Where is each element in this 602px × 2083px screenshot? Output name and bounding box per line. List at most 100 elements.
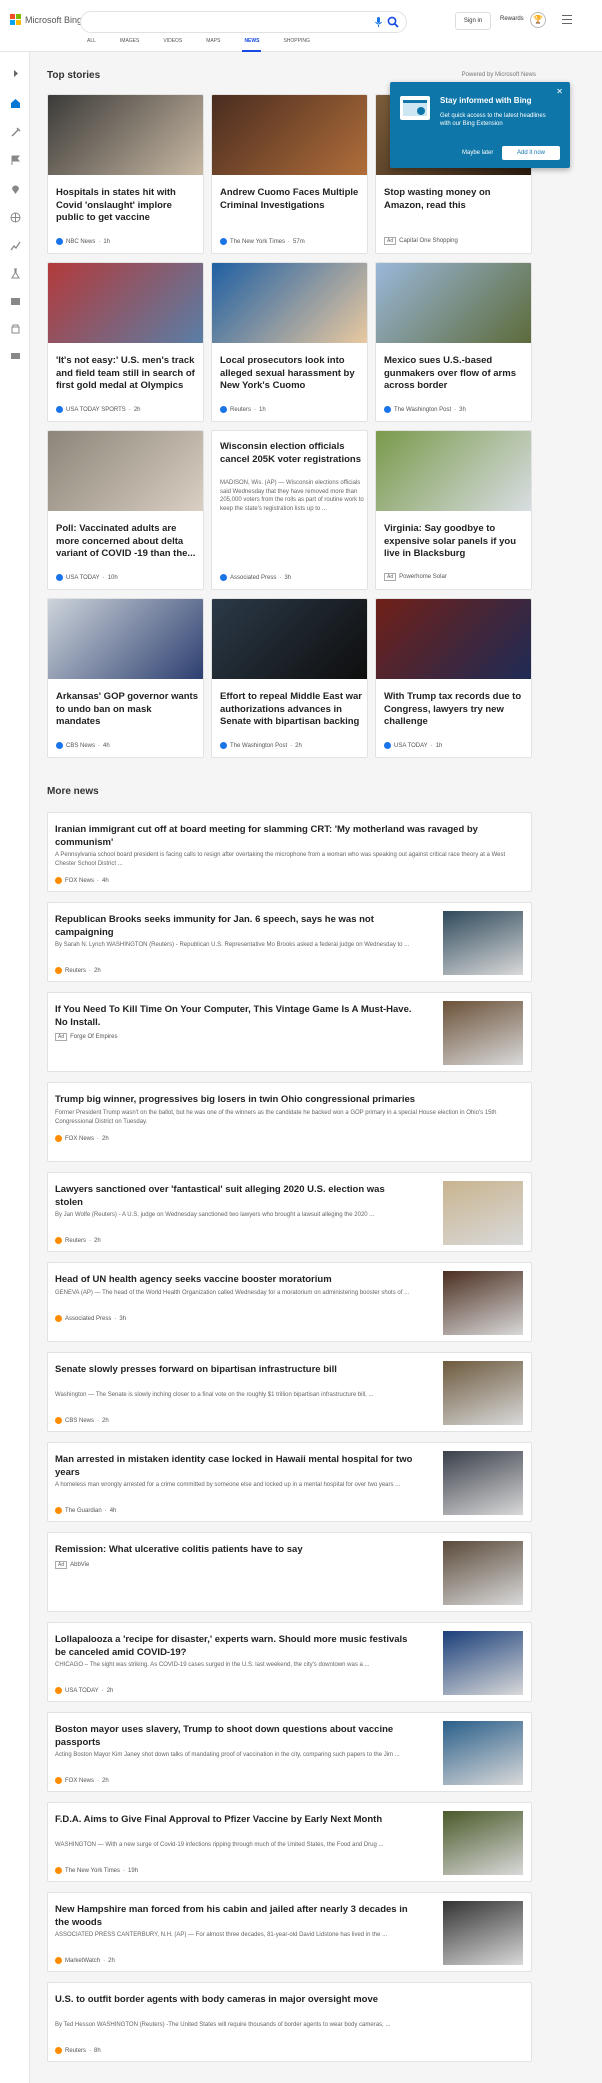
news-image[interactable] <box>443 1811 523 1875</box>
story-image[interactable] <box>48 431 203 511</box>
news-image[interactable] <box>443 1541 523 1605</box>
news-source[interactable]: MarketWatch · 2h <box>55 1957 115 1964</box>
story-title[interactable]: Arkansas' GOP governor wants to undo ban… <box>56 691 198 729</box>
news-source[interactable]: Ad AbbVie <box>55 1561 89 1569</box>
news-title[interactable]: Republican Brooks seeks immunity for Jan… <box>55 913 415 939</box>
science-icon[interactable] <box>10 266 21 279</box>
news-title[interactable]: New Hampshire man forced from his cabin … <box>55 1903 415 1929</box>
story-source[interactable]: USA TODAY · 1h <box>384 742 442 749</box>
story-source[interactable]: Ad Capital One Shopping <box>384 237 458 245</box>
news-title[interactable]: Head of UN health agency seeks vaccine b… <box>55 1273 415 1286</box>
news-item[interactable]: Boston mayor uses slavery, Trump to shoo… <box>47 1712 532 1792</box>
news-item[interactable]: F.D.A. Aims to Give Final Approval to Pf… <box>47 1802 532 1882</box>
money-icon[interactable] <box>10 348 21 359</box>
story-card[interactable]: Local prosecutors look into alleged sexu… <box>211 262 368 422</box>
news-item[interactable]: New Hampshire man forced from his cabin … <box>47 1892 532 1972</box>
news-source[interactable]: CBS News · 2h <box>55 1417 109 1424</box>
news-source[interactable]: Reuters · 2h <box>55 967 101 974</box>
story-card[interactable]: Virginia: Say goodbye to expensive solar… <box>375 430 532 590</box>
story-source[interactable]: Associated Press · 3h <box>220 574 291 581</box>
story-title[interactable]: With Trump tax records due to Congress, … <box>384 691 526 729</box>
news-item[interactable]: If You Need To Kill Time On Your Compute… <box>47 992 532 1072</box>
news-item[interactable]: Senate slowly presses forward on biparti… <box>47 1352 532 1432</box>
search-input[interactable] <box>80 11 407 33</box>
story-source[interactable]: The New York Times · 57m <box>220 238 305 245</box>
news-source[interactable]: FOX News · 2h <box>55 1135 109 1142</box>
story-card[interactable]: 'It's not easy:' U.S. men's track and fi… <box>47 262 204 422</box>
story-image[interactable] <box>212 599 367 679</box>
tab-videos[interactable]: VIDEOS <box>163 38 182 52</box>
news-image[interactable] <box>443 1361 523 1425</box>
news-title[interactable]: Lawyers sanctioned over 'fantastical' su… <box>55 1183 415 1209</box>
story-title[interactable]: Virginia: Say goodbye to expensive solar… <box>384 523 526 561</box>
story-title[interactable]: Effort to repeal Middle East war authori… <box>220 691 362 729</box>
news-image[interactable] <box>443 1721 523 1785</box>
rewards-link[interactable]: Rewards <box>500 16 524 22</box>
microphone-icon[interactable] <box>375 17 382 29</box>
story-title[interactable]: Stop wasting money on Amazon, read this <box>384 187 526 212</box>
news-source[interactable]: FOX News · 2h <box>55 1777 109 1784</box>
story-title[interactable]: Mexico sues U.S.-based gunmakers over fl… <box>384 355 526 393</box>
hamburger-menu-icon[interactable] <box>562 15 572 24</box>
story-image[interactable] <box>376 431 531 511</box>
tab-news[interactable]: NEWS <box>242 38 262 52</box>
news-title[interactable]: Iranian immigrant cut off at board meeti… <box>55 823 525 849</box>
home-icon[interactable] <box>10 96 21 108</box>
story-title[interactable]: Wisconsin election officials cancel 205K… <box>220 441 362 466</box>
story-card[interactable]: Mexico sues U.S.-based gunmakers over fl… <box>375 262 532 422</box>
story-image[interactable] <box>376 263 531 343</box>
story-source[interactable]: NBC News · 1h <box>56 238 110 245</box>
news-item[interactable]: Head of UN health agency seeks vaccine b… <box>47 1262 532 1342</box>
news-title[interactable]: Lollapalooza a 'recipe for disaster,' ex… <box>55 1633 415 1659</box>
story-image[interactable] <box>212 263 367 343</box>
flag-icon[interactable] <box>10 153 21 165</box>
news-source[interactable]: FOX News · 4h <box>55 877 109 884</box>
story-source[interactable]: The Washington Post · 2h <box>220 742 302 749</box>
news-source[interactable]: Ad Forge Of Empires <box>55 1033 117 1041</box>
maybe-later-button[interactable]: Maybe later <box>462 150 493 156</box>
story-source[interactable]: USA TODAY SPORTS · 2h <box>56 406 141 413</box>
story-source[interactable]: USA TODAY · 10h <box>56 574 118 581</box>
news-title[interactable]: F.D.A. Aims to Give Final Approval to Pf… <box>55 1813 415 1826</box>
chart-icon[interactable] <box>10 238 21 251</box>
story-card[interactable]: Poll: Vaccinated adults are more concern… <box>47 430 204 590</box>
news-image[interactable] <box>443 1631 523 1695</box>
story-card[interactable]: Arkansas' GOP governor wants to undo ban… <box>47 598 204 758</box>
news-title[interactable]: U.S. to outfit border agents with body c… <box>55 1993 415 2006</box>
story-image[interactable] <box>48 599 203 679</box>
news-title[interactable]: Trump big winner, progressives big loser… <box>55 1093 525 1106</box>
news-source[interactable]: Reuters · 8h <box>55 2047 101 2054</box>
news-source[interactable]: The Guardian · 4h <box>55 1507 116 1514</box>
news-source[interactable]: The New York Times · 19h <box>55 1867 138 1874</box>
story-title[interactable]: Hospitals in states hit with Covid 'onsl… <box>56 187 198 225</box>
story-source[interactable]: The Washington Post · 3h <box>384 406 466 413</box>
news-title[interactable]: Boston mayor uses slavery, Trump to shoo… <box>55 1723 415 1749</box>
news-item[interactable]: U.S. to outfit border agents with body c… <box>47 1982 532 2062</box>
sports-icon[interactable] <box>10 321 21 334</box>
tab-shopping[interactable]: SHOPPING <box>283 38 309 52</box>
news-item[interactable]: Remission: What ulcerative colitis patie… <box>47 1532 532 1612</box>
bing-logo[interactable]: Microsoft Bing <box>10 14 82 25</box>
news-image[interactable] <box>443 1451 523 1515</box>
story-source[interactable]: Reuters · 1h <box>220 406 266 413</box>
location-icon[interactable] <box>10 182 21 194</box>
news-image[interactable] <box>443 911 523 975</box>
story-image[interactable] <box>376 599 531 679</box>
news-image[interactable] <box>443 1001 523 1065</box>
news-image[interactable] <box>443 1181 523 1245</box>
news-title[interactable]: Remission: What ulcerative colitis patie… <box>55 1543 415 1556</box>
close-icon[interactable]: ✕ <box>556 87 563 96</box>
news-item[interactable]: Trump big winner, progressives big loser… <box>47 1082 532 1162</box>
story-title[interactable]: Poll: Vaccinated adults are more concern… <box>56 523 198 561</box>
story-card[interactable]: Effort to repeal Middle East war authori… <box>211 598 368 758</box>
news-source[interactable]: USA TODAY · 2h <box>55 1687 113 1694</box>
story-image[interactable] <box>48 95 203 175</box>
sign-in-button[interactable]: Sign in <box>455 12 491 30</box>
entertainment-icon[interactable] <box>10 294 21 305</box>
story-title[interactable]: Local prosecutors look into alleged sexu… <box>220 355 362 393</box>
story-card[interactable]: With Trump tax records due to Congress, … <box>375 598 532 758</box>
tools-icon[interactable] <box>10 125 21 137</box>
tab-images[interactable]: IMAGES <box>120 38 139 52</box>
search-icon[interactable] <box>387 15 399 28</box>
news-image[interactable] <box>443 1901 523 1965</box>
